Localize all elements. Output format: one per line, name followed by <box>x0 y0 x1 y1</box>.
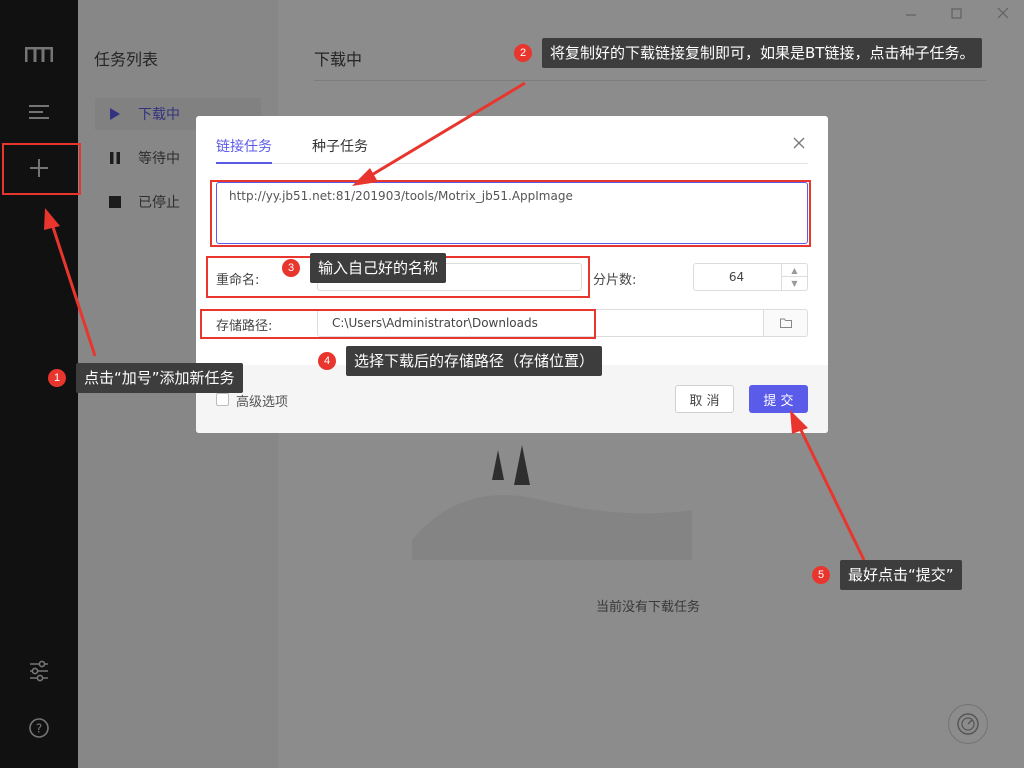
annotation-callout: 将复制好的下载链接复制即可，如果是BT链接，点击种子任务。 <box>542 38 983 68</box>
split-stepper[interactable]: 64 ▲ ▼ <box>693 263 808 291</box>
highlight-url-field <box>210 180 811 247</box>
folder-icon[interactable] <box>764 309 808 337</box>
stepper-buttons: ▲ ▼ <box>781 264 807 290</box>
submit-button[interactable]: 提 交 <box>749 385 808 413</box>
annotation-callout: 选择下载后的存储路径（存储位置） <box>346 346 603 376</box>
annotation-callout: 最好点击“提交” <box>840 560 962 590</box>
close-icon[interactable] <box>792 136 806 150</box>
annotation-callout: 点击“加号”添加新任务 <box>76 363 243 393</box>
annotation-number: 5 <box>812 566 830 584</box>
annotation-number: 1 <box>48 369 66 387</box>
split-label: 分片数: <box>593 273 637 288</box>
dialog-tabs: 链接任务 种子任务 <box>216 136 808 164</box>
tab-torrent-task[interactable]: 种子任务 <box>312 136 368 164</box>
annotation-number: 4 <box>318 352 336 370</box>
cancel-button[interactable]: 取 消 <box>675 385 734 413</box>
annotation-callout: 输入自己好的名称 <box>310 253 447 283</box>
annotation-number: 3 <box>282 259 300 277</box>
annotation-number: 2 <box>514 44 532 62</box>
chevron-down-icon[interactable]: ▼ <box>782 277 807 290</box>
highlight-path-field <box>200 309 596 339</box>
split-value: 64 <box>728 270 745 284</box>
tab-link-task[interactable]: 链接任务 <box>216 136 272 164</box>
advanced-checkbox[interactable] <box>216 393 229 406</box>
advanced-options-label[interactable]: 高级选项 <box>236 391 288 410</box>
highlight-add-button <box>2 143 81 195</box>
chevron-up-icon[interactable]: ▲ <box>782 264 807 277</box>
